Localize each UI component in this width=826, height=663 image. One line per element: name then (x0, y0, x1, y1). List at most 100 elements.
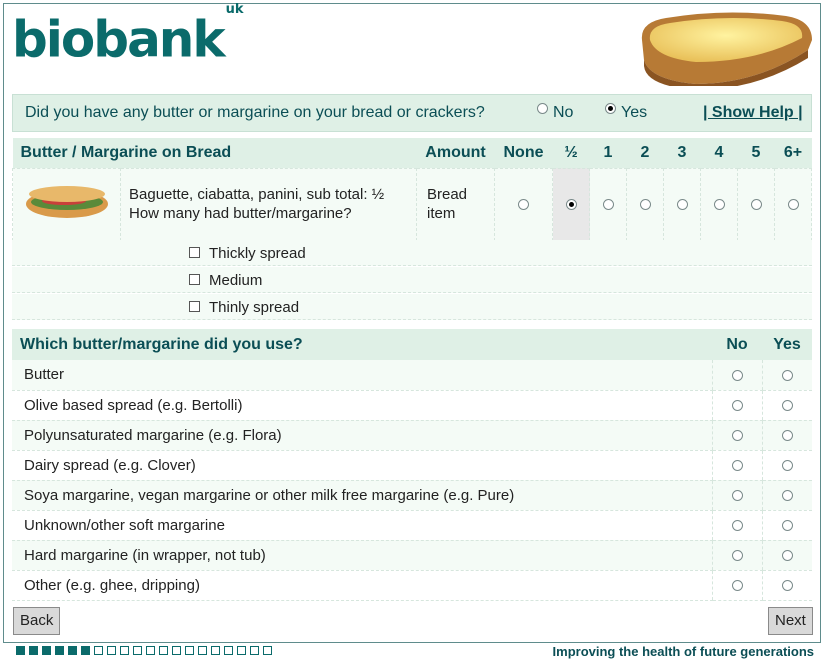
progress-indicator (16, 646, 272, 655)
type-no-cell[interactable] (711, 510, 762, 541)
amount-2-radio[interactable] (639, 199, 651, 211)
type-row-butter: Butter (12, 360, 812, 391)
type-yes-cell[interactable] (761, 420, 812, 451)
type-yes-radio[interactable] (781, 369, 793, 381)
progress-square (159, 646, 168, 655)
show-help-link[interactable]: | Show Help | (703, 104, 803, 122)
amount-none-cell[interactable] (494, 167, 553, 241)
type-yes-cell[interactable] (761, 570, 812, 601)
type-no-cell[interactable] (711, 480, 762, 511)
medium-checkbox[interactable] (189, 273, 200, 285)
amount-4-cell[interactable] (700, 167, 738, 241)
type-no-radio[interactable] (731, 369, 743, 381)
type-label: Hard margarine (in wrapper, not tub) (12, 540, 712, 571)
type-yes-cell[interactable] (761, 390, 812, 421)
amount-6plus-cell[interactable] (774, 167, 812, 241)
type-no-radio[interactable] (731, 550, 743, 562)
type-row-polyunsaturated: Polyunsaturated margarine (e.g. Flora) (12, 420, 812, 451)
type-no-cell[interactable] (711, 450, 762, 481)
type-yes-radio[interactable] (781, 400, 793, 412)
type-label: Other (e.g. ghee, dripping) (12, 570, 712, 601)
type-yes-radio[interactable] (781, 550, 793, 562)
amount-col-header: 4 (700, 138, 738, 168)
amount-col-header: ½ (552, 138, 590, 168)
progress-square (250, 646, 259, 655)
type-label: Soya margarine, vegan margarine or other… (12, 480, 712, 511)
back-button[interactable]: Back (13, 607, 61, 635)
amount-3-cell[interactable] (663, 167, 701, 241)
type-no-radio[interactable] (731, 460, 743, 472)
answer-no-option[interactable]: No (537, 103, 573, 122)
progress-square (237, 646, 246, 655)
type-yes-cell[interactable] (761, 510, 812, 541)
type-no-cell[interactable] (711, 420, 762, 451)
type-no-cell[interactable] (711, 540, 762, 571)
type-row-soya: Soya margarine, vegan margarine or other… (12, 480, 812, 511)
yes-col-header: Yes (762, 329, 812, 360)
amount-col-header: 1 (589, 138, 627, 168)
progress-square (172, 646, 181, 655)
progress-square (120, 646, 129, 655)
type-no-radio[interactable] (731, 490, 743, 502)
spread-label: Medium (209, 272, 263, 289)
type-no-radio[interactable] (731, 580, 743, 592)
type-yes-radio[interactable] (781, 460, 793, 472)
type-yes-cell[interactable] (761, 360, 812, 391)
thick-checkbox[interactable] (189, 246, 200, 258)
answer-yes-option[interactable]: Yes (605, 103, 648, 122)
spread-option-medium[interactable]: Medium (189, 272, 262, 289)
amount-3-radio[interactable] (676, 199, 688, 211)
amount-none-radio[interactable] (518, 199, 529, 211)
progress-square (133, 646, 142, 655)
type-yes-radio[interactable] (781, 490, 793, 502)
progress-square (42, 646, 51, 655)
amount-half-radio[interactable] (565, 199, 577, 211)
amount-5-radio[interactable] (750, 199, 762, 211)
amount-4-radio[interactable] (713, 199, 725, 211)
progress-square (16, 646, 25, 655)
amount-6plus-radio[interactable] (787, 199, 799, 211)
butter-type-table: Which butter/margarine did you use? No Y… (12, 329, 812, 601)
type-no-cell[interactable] (711, 570, 762, 601)
type-yes-radio[interactable] (781, 520, 793, 532)
amount-col-header: 2 (626, 138, 664, 168)
type-yes-radio[interactable] (781, 430, 793, 442)
type-yes-cell[interactable] (761, 480, 812, 511)
type-no-radio[interactable] (731, 430, 743, 442)
type-label: Dairy spread (e.g. Clover) (12, 450, 712, 481)
next-button[interactable]: Next (768, 607, 813, 635)
amount-col-header: None (494, 138, 553, 168)
spread-option-thin[interactable]: Thinly spread (189, 299, 299, 316)
type-no-radio[interactable] (731, 400, 743, 412)
logo-suffix: uk (225, 2, 244, 17)
thin-checkbox[interactable] (189, 300, 200, 312)
no-col-header: No (712, 329, 762, 360)
spread-row-bg (12, 267, 812, 293)
no-radio[interactable] (537, 103, 548, 115)
baguette-image-cell (12, 167, 121, 241)
amount-5-cell[interactable] (737, 167, 775, 241)
type-no-cell[interactable] (711, 390, 762, 421)
yes-radio[interactable] (605, 103, 616, 115)
answer-yes-label: Yes (621, 104, 648, 121)
question-bar: Did you have any butter or margarine on … (12, 94, 812, 132)
amount-1-cell[interactable] (589, 167, 627, 241)
spread-option-thick[interactable]: Thickly spread (189, 245, 306, 262)
amount-half-cell[interactable] (552, 167, 590, 241)
type-no-radio[interactable] (731, 520, 743, 532)
type-no-cell[interactable] (711, 360, 762, 391)
type-table-header: Which butter/margarine did you use? No Y… (12, 329, 812, 360)
amount-2-cell[interactable] (626, 167, 664, 241)
type-row-olive: Olive based spread (e.g. Bertolli) (12, 390, 812, 421)
bread-item-unit: Bread item (416, 167, 495, 241)
type-yes-cell[interactable] (761, 540, 812, 571)
type-yes-radio[interactable] (781, 580, 793, 592)
type-row-hard: Hard margarine (in wrapper, not tub) (12, 540, 812, 571)
amount-1-radio[interactable] (602, 199, 614, 211)
type-yes-cell[interactable] (761, 450, 812, 481)
amount-col-header: 6+ (774, 138, 812, 168)
progress-square (211, 646, 220, 655)
bread-table-header: Butter / Margarine on Bread Amount None … (12, 138, 812, 168)
progress-square (55, 646, 64, 655)
progress-square (68, 646, 77, 655)
